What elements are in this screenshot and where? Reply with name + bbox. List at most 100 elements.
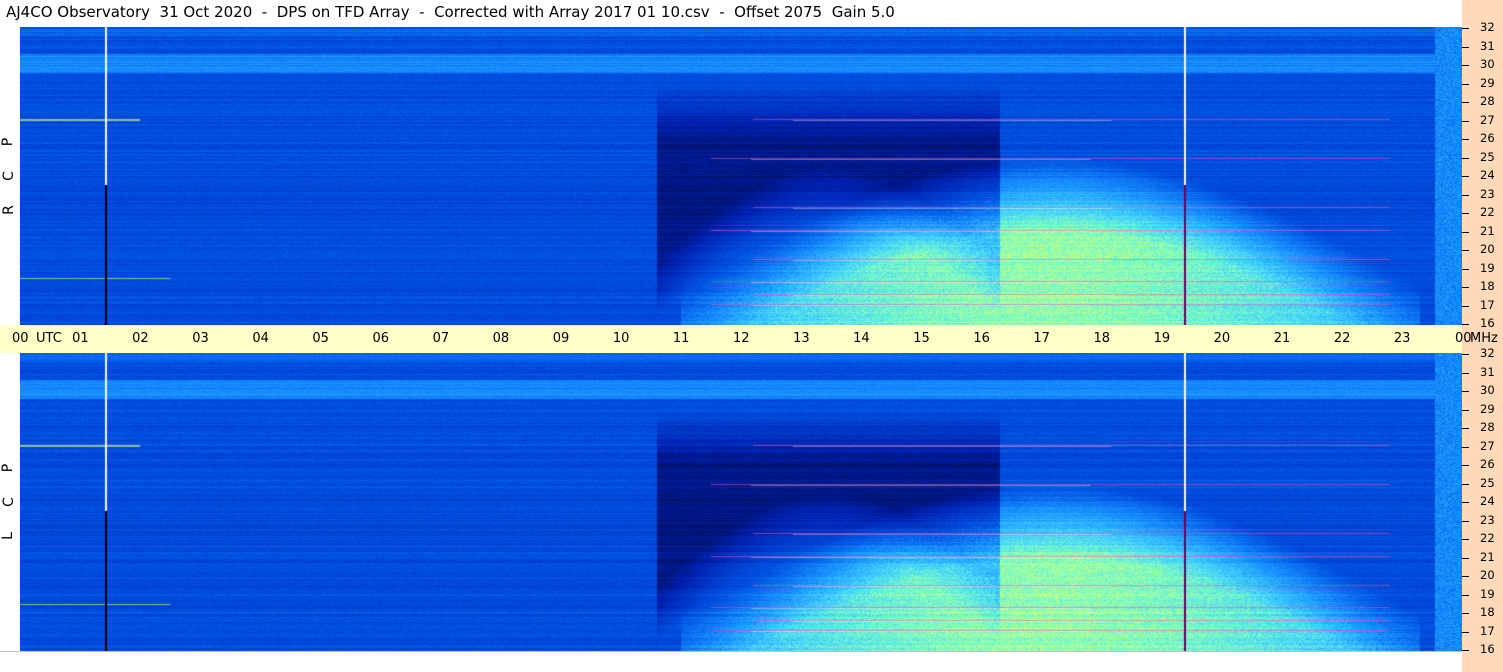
mhz-tick-mark	[1462, 305, 1469, 307]
mhz-tick-mark	[1462, 576, 1469, 577]
mhz-tick-mark	[1462, 65, 1469, 66]
mhz-tick-label: 23	[1480, 186, 1495, 201]
mhz-tick-mark	[1462, 120, 1469, 122]
utc-tick-label: 23	[1393, 331, 1411, 346]
mhz-tick-label: 29	[1480, 401, 1495, 416]
utc-tick-label: 16	[973, 331, 990, 346]
mhz-tick-label: 25	[1480, 149, 1495, 164]
utc-tick-label: 15	[913, 331, 930, 346]
mhz-tick-label: 23	[1480, 512, 1495, 527]
mhz-tick-label: 21	[1480, 223, 1495, 238]
mhz-tick-mark	[1462, 231, 1469, 233]
mhz-tick-label: 26	[1480, 457, 1495, 471]
polarization-letter: L	[0, 532, 16, 540]
mhz-tick-label: 29	[1480, 75, 1495, 90]
utc-tick-label: 10	[612, 331, 630, 346]
mhz-tick-label: 20	[1480, 242, 1495, 256]
mhz-tick-mark	[1462, 213, 1469, 214]
polarization-letter: R	[0, 205, 17, 215]
utc-tick-label: 09	[552, 331, 570, 346]
mhz-tick-mark	[1462, 465, 1469, 466]
mhz-tick-label: 24	[1480, 168, 1495, 182]
mhz-unit-label: MHz	[1470, 331, 1498, 346]
mhz-tick-label: 19	[1480, 586, 1495, 601]
rcp-spectrogram	[20, 27, 1462, 325]
mhz-tick-mark	[1462, 139, 1469, 140]
utc-tick-label: 02	[132, 331, 149, 346]
mhz-tick-label: 17	[1480, 623, 1495, 638]
mhz-tick-label: 32	[1480, 20, 1495, 34]
utc-tick-label: 05	[312, 331, 329, 346]
utc-tick-label: 12	[733, 331, 750, 346]
mhz-tick-label: 25	[1480, 475, 1495, 490]
utc-tick-label: 14	[853, 331, 870, 346]
mhz-tick-mark	[1462, 372, 1469, 374]
mhz-tick-mark	[1462, 613, 1469, 614]
utc-tick-label: 18	[1093, 331, 1111, 346]
mhz-tick-label: 18	[1480, 279, 1495, 293]
utc-tick-label: 00	[12, 331, 29, 346]
mhz-tick-mark	[1462, 428, 1469, 429]
mhz-tick-label: 16	[1480, 316, 1495, 330]
mhz-tick-label: 18	[1480, 605, 1495, 619]
mhz-tick-mark	[1462, 268, 1469, 270]
utc-time-axis: 00 01 02 03 04 05 06 07 08 09 10 11 12 13 14 15 16 17 18 19…	[0, 325, 1498, 353]
utc-unit-label: UTC	[36, 331, 62, 346]
mhz-tick-mark	[1462, 354, 1469, 355]
utc-tick-label: 04	[252, 331, 269, 346]
utc-tick-label: 13	[793, 331, 810, 346]
mhz-tick-label: 22	[1480, 205, 1495, 219]
utc-tick-label: 08	[492, 331, 510, 346]
chart-title: AJ4CO Observatory 31 Oct 2020 - DPS on T…	[6, 3, 895, 21]
mhz-tick-label: 31	[1480, 364, 1495, 379]
mhz-tick-label: 21	[1480, 549, 1495, 564]
mhz-tick-label: 26	[1480, 131, 1495, 145]
mhz-tick-mark	[1462, 157, 1469, 159]
polarization-letter: C	[0, 497, 17, 507]
mhz-tick-label: 16	[1480, 642, 1495, 656]
mhz-tick-label: 27	[1480, 438, 1495, 453]
utc-tick-label: 07	[432, 331, 450, 346]
mhz-tick-label: 28	[1480, 94, 1495, 108]
mhz-tick-mark	[1462, 520, 1469, 522]
polarization-letter: C	[0, 171, 17, 181]
utc-tick-label: 01	[72, 331, 89, 346]
utc-tick-label: 06	[372, 331, 390, 346]
mhz-tick-mark	[1462, 631, 1469, 633]
bottom-border	[0, 651, 1462, 652]
utc-tick-label: 21	[1273, 331, 1291, 346]
lcp-heatmap-canvas	[20, 353, 1462, 651]
utc-tick-label: 20	[1213, 331, 1231, 346]
mhz-tick-label: 28	[1480, 420, 1495, 434]
mhz-tick-mark	[1462, 539, 1469, 540]
mhz-tick-mark	[1462, 176, 1469, 177]
mhz-tick-mark	[1462, 194, 1469, 196]
mhz-tick-mark	[1462, 28, 1469, 29]
mhz-tick-mark	[1462, 483, 1469, 485]
mhz-tick-label: 19	[1480, 260, 1495, 275]
mhz-tick-mark	[1462, 391, 1469, 392]
mhz-tick-label: 27	[1480, 112, 1495, 127]
mhz-tick-mark	[1462, 83, 1469, 85]
mhz-tick-mark	[1462, 250, 1469, 251]
mhz-tick-label: 30	[1480, 383, 1495, 397]
mhz-tick-mark	[1462, 287, 1469, 288]
mhz-tick-mark	[1462, 446, 1469, 448]
polarization-letter: P	[0, 137, 17, 147]
lcp-spectrogram	[20, 353, 1462, 651]
mhz-tick-label: 22	[1480, 531, 1495, 545]
mhz-tick-label: 31	[1480, 38, 1495, 53]
utc-tick-label: 17	[1033, 331, 1050, 346]
mhz-tick-mark	[1462, 650, 1469, 651]
utc-tick-label: 11	[672, 331, 690, 346]
mhz-tick-mark	[1462, 324, 1469, 325]
polarization-letter: P	[0, 463, 17, 473]
mhz-tick-mark	[1462, 557, 1469, 559]
mhz-tick-mark	[1462, 502, 1469, 503]
mhz-tick-label: 17	[1480, 297, 1495, 312]
mhz-tick-mark	[1462, 102, 1469, 103]
mhz-tick-label: 32	[1480, 346, 1495, 360]
utc-tick-label: 19	[1153, 331, 1171, 346]
mhz-tick-mark	[1462, 46, 1469, 48]
mhz-tick-label: 24	[1480, 494, 1495, 508]
